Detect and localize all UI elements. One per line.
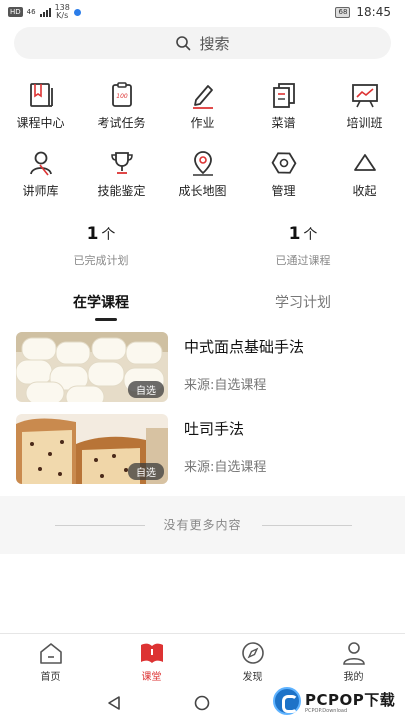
grid-item-growth-map[interactable]: 成长地图: [162, 148, 243, 199]
grid-label: 课程中心: [16, 116, 65, 130]
search-bar[interactable]: 搜索: [14, 27, 391, 59]
bottom-nav: 首页 课堂 发现 我的: [0, 633, 405, 685]
notification-dot-icon: [73, 8, 81, 16]
nav-label: 课堂: [141, 672, 162, 683]
svg-text:100: 100: [116, 93, 128, 100]
grid-label: 作业: [190, 116, 215, 130]
course-item[interactable]: 自选 中式面点基础手法 来源:自选课程: [16, 332, 396, 402]
signal-icon: [39, 7, 51, 17]
pencil-icon: [192, 85, 213, 109]
active-tab-indicator: [95, 318, 117, 321]
tab-study-plan[interactable]: 学习计划: [202, 292, 404, 312]
status-right: 68 18:45: [335, 5, 391, 19]
profile-icon: [342, 642, 365, 665]
stat-unit: 个: [101, 227, 116, 243]
grid-label: 收起: [352, 184, 377, 198]
no-more-content: 没有更多内容: [0, 496, 405, 554]
grid-label: 讲师库: [22, 184, 59, 198]
course-title: 中式面点基础手法: [184, 338, 305, 356]
board-icon: [351, 84, 378, 108]
stat-value: 1: [288, 224, 301, 244]
course-item[interactable]: 自选 吐司手法 来源:自选课程: [16, 414, 396, 484]
stat-value: 1: [86, 224, 99, 244]
course-source: 来源:自选课程: [184, 378, 267, 393]
grid-label: 管理: [271, 184, 296, 198]
grid-item-course-center[interactable]: 课程中心: [0, 80, 81, 131]
search-placeholder: 搜索: [199, 34, 230, 53]
home-icon: [39, 643, 62, 664]
compass-icon: [241, 642, 264, 664]
classroom-icon: [140, 643, 163, 663]
grid-label: 成长地图: [178, 184, 227, 198]
grid-label: 技能鉴定: [97, 184, 146, 198]
course-badge: 自选: [128, 381, 164, 398]
grid-item-training-class[interactable]: 培训班: [324, 80, 405, 131]
grid-label: 培训班: [346, 116, 383, 130]
trophy-icon: [110, 152, 133, 174]
triangle-up-icon: [353, 154, 376, 171]
clock: 18:45: [356, 5, 391, 19]
course-source: 来源:自选课程: [184, 460, 267, 475]
nav-label: 发现: [242, 672, 263, 683]
pcpop-logo-icon: [273, 687, 301, 715]
nav-home[interactable]: 首页: [0, 640, 101, 683]
course-thumbnail: 自选: [16, 414, 168, 484]
signal-label: 46: [26, 8, 36, 16]
search-icon: [176, 36, 191, 51]
status-bar: HD 46 138 K/s 68 18:45: [0, 0, 405, 24]
nav-profile[interactable]: 我的: [303, 640, 404, 683]
exam-icon: 100: [111, 82, 132, 107]
battery-icon: 68: [335, 6, 351, 18]
lecturer-icon: [29, 151, 52, 176]
course-badge: 自选: [128, 463, 164, 480]
net-speed: 138 K/s: [55, 4, 70, 20]
net-speed-unit: K/s: [56, 11, 69, 20]
nav-discover[interactable]: 发现: [202, 640, 303, 683]
grid-item-recipes[interactable]: 菜谱: [243, 80, 324, 131]
home-circle-icon[interactable]: [194, 695, 210, 711]
grid-item-skill-assessment[interactable]: 技能鉴定: [81, 148, 162, 199]
course-title: 吐司手法: [184, 420, 245, 438]
stat-label: 已通过课程: [275, 254, 331, 267]
watermark-text: PCPOP下载 PCPOP.Download: [305, 689, 395, 714]
watermark-logo: PCPOP下载 PCPOP.Download: [273, 684, 401, 718]
watermark-brand: PCPOP下载: [305, 690, 396, 709]
hd-indicator: HD: [8, 7, 23, 17]
nav-label: 我的: [343, 672, 364, 683]
nav-label: 首页: [40, 672, 61, 683]
stat-completed-plans[interactable]: 1个 已完成计划: [0, 224, 202, 268]
grid-item-management[interactable]: 管理: [243, 148, 324, 199]
grid-label: 考试任务: [97, 116, 146, 130]
stat-unit: 个: [303, 227, 318, 243]
grid-item-homework[interactable]: 作业: [162, 80, 243, 131]
book-icon: [29, 83, 53, 107]
grid-item-exam-tasks[interactable]: 100 考试任务: [81, 80, 162, 131]
stat-label: 已完成计划: [73, 254, 129, 267]
back-icon[interactable]: [106, 695, 122, 711]
grid-item-collapse[interactable]: 收起: [324, 148, 405, 199]
grid-label: 菜谱: [271, 116, 296, 130]
stat-passed-courses[interactable]: 1个 已通过课程: [202, 224, 404, 268]
hexagon-icon: [271, 152, 296, 174]
course-thumbnail: 自选: [16, 332, 168, 402]
no-more-text: 没有更多内容: [163, 518, 242, 532]
tab-current-courses[interactable]: 在学课程: [0, 292, 202, 312]
map-pin-icon: [192, 151, 213, 176]
grid-item-lecturer-library[interactable]: 讲师库: [0, 148, 81, 199]
course-tabs: 在学课程 学习计划: [0, 292, 405, 322]
nav-classroom[interactable]: 课堂: [101, 640, 202, 683]
status-left: HD 46 138 K/s: [8, 4, 81, 20]
recipe-icon: [272, 83, 295, 108]
